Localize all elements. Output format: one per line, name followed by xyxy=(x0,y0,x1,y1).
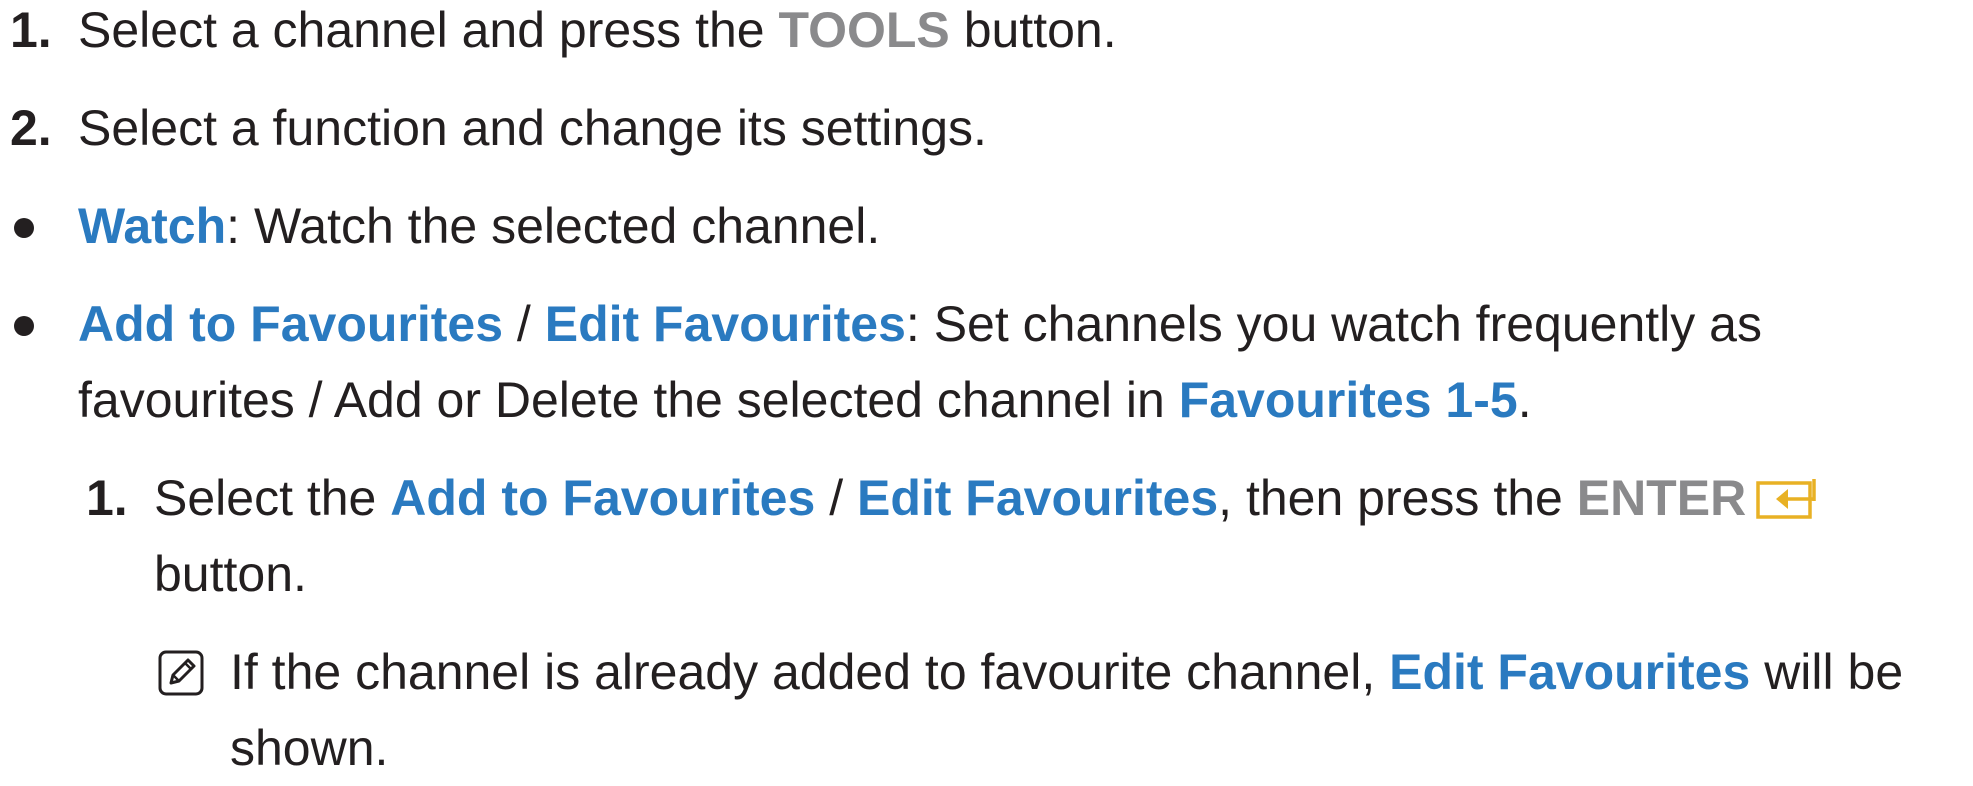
step-number: 1. xyxy=(10,2,52,58)
bullet-text: Watch: Watch the selected channel. xyxy=(78,188,880,264)
favourites-description-cont: favourites / Add or Delete the selected … xyxy=(78,372,1179,428)
separator: / xyxy=(815,470,857,526)
substep-text-line2: button. xyxy=(154,546,307,602)
step-text-before: Select a channel and press the xyxy=(78,2,779,58)
substep-text-middle: , then press the xyxy=(1218,470,1577,526)
note-pencil-icon xyxy=(158,650,204,696)
note-text-line2: shown. xyxy=(230,720,389,776)
period: . xyxy=(1517,372,1532,428)
separator: / xyxy=(503,296,545,352)
edit-favourites-label: Edit Favourites xyxy=(1389,644,1751,700)
watch-description: : Watch the selected channel. xyxy=(226,198,881,254)
edit-favourites-label: Edit Favourites xyxy=(856,470,1219,526)
bullet-text-line1: Add to Favourites / Edit Favourites: Set… xyxy=(78,286,1762,362)
step-text-after: button. xyxy=(949,2,1117,58)
note-text-before: If the channel is already added to favou… xyxy=(230,644,1390,700)
substep-number: 1. xyxy=(86,470,128,526)
step-number: 2. xyxy=(10,100,52,156)
note-text-line1: If the channel is already added to favou… xyxy=(230,634,1903,710)
note-text-after: will be xyxy=(1750,644,1904,700)
step-text: Select a channel and press the TOOLS but… xyxy=(78,0,1117,68)
substep-text-before: Select the xyxy=(154,470,391,526)
bullet-text-line2: favourites / Add or Delete the selected … xyxy=(78,362,1532,438)
tools-key-label: TOOLS xyxy=(778,2,950,58)
add-to-favourites-label: Add to Favourites xyxy=(78,296,504,352)
favourites-1-5-label: Favourites 1-5 xyxy=(1178,372,1518,428)
substep-text-line1: Select the Add to Favourites / Edit Favo… xyxy=(154,460,1818,536)
edit-favourites-label: Edit Favourites xyxy=(544,296,906,352)
enter-icon xyxy=(1756,479,1816,519)
enter-key-label: ENTER xyxy=(1576,470,1747,526)
favourites-description: : Set channels you watch frequently as xyxy=(905,296,1762,352)
watch-label: Watch xyxy=(78,198,227,254)
add-to-favourites-label: Add to Favourites xyxy=(390,470,816,526)
step-text: Select a function and change its setting… xyxy=(78,100,987,156)
bullet-icon xyxy=(14,218,34,238)
bullet-icon xyxy=(14,316,34,336)
